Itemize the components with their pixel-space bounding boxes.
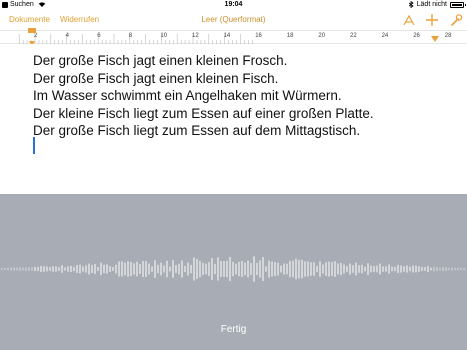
charging-label: Lädt nicht [416,1,447,8]
text-line[interactable]: Im Wasser schwimmt ein Angelhaken mit Wü… [33,87,374,105]
battery-icon [450,1,466,8]
toolbar: Dokumente Widerrufen Leer (Querformat) [0,10,467,30]
ruler-label: 22 [350,33,357,39]
brush-icon[interactable] [402,13,416,27]
document-title[interactable]: Leer (Querformat) [0,15,467,24]
ruler-label: 10 [160,33,168,39]
dictation-panel: Fertig [0,194,467,350]
wrench-icon[interactable] [449,13,463,27]
dictation-waveform [1,256,465,282]
right-indent-marker[interactable] [431,36,439,42]
ruler-label: 2 [34,33,38,39]
status-right: Lädt nicht [408,1,466,8]
ruler-label: 6 [97,33,101,39]
ruler[interactable]: 2 4 6 8 10 12 14 16 18 20 22 24 26 28 [0,30,467,44]
ruler-label: 8 [128,33,133,39]
left-indent-marker[interactable] [28,28,36,33]
document-body[interactable]: Der große Fisch jagt einen kleinen Frosc… [0,44,467,194]
text-line[interactable]: Der große Fisch jagt einen kleinen Frosc… [33,52,374,70]
done-button[interactable]: Fertig [0,324,467,335]
ruler-label: 18 [286,33,294,39]
ruler-label: 26 [413,33,420,39]
ruler-label: 14 [223,33,231,39]
ruler-label: 12 [192,33,199,39]
ruler-label: 24 [381,33,389,39]
ruler-ticks [18,34,253,44]
status-bar: Suchen 19:04 Lädt nicht [0,0,467,10]
plus-icon[interactable] [425,13,439,27]
ruler-label: 28 [444,33,452,39]
document-text[interactable]: Der große Fisch jagt einen kleinen Frosc… [33,52,374,140]
text-cursor [33,137,35,154]
ruler-label: 20 [318,33,326,39]
bluetooth-icon [408,1,414,8]
text-line[interactable]: Der kleine Fisch liegt zum Essen auf ein… [33,105,374,123]
ruler-label: 4 [65,33,69,39]
text-line[interactable]: Der große Fisch liegt zum Essen auf dem … [33,122,374,140]
ruler-label: 16 [255,33,262,39]
text-line[interactable]: Der große Fisch jagt einen kleinen Fisch… [33,70,374,88]
status-time: 19:04 [224,1,243,8]
